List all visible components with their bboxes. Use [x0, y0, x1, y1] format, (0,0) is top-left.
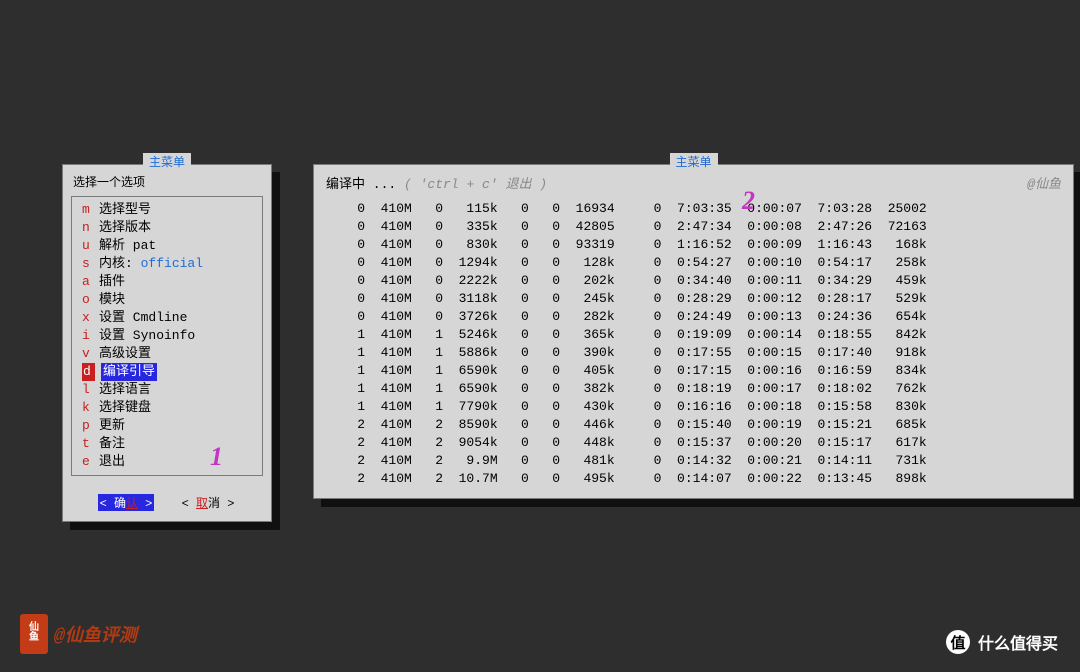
menu-item-l[interactable]: l 选择语言 — [82, 381, 256, 399]
dialog-buttons: < 确认 > < 取消 > — [71, 494, 263, 511]
menu-label: 高级设置 — [99, 345, 151, 363]
menu-key: d — [82, 363, 95, 381]
smzdm-text: 什么值得买 — [978, 630, 1058, 654]
menu-key: m — [82, 201, 93, 219]
menu-label: 退出 — [99, 453, 125, 471]
menu-label: 设置 Cmdline — [99, 309, 187, 327]
menu-label: 选择键盘 — [99, 399, 151, 417]
menu-label: 选择型号 — [99, 201, 151, 219]
menu-item-u[interactable]: u 解析 pat — [82, 237, 256, 255]
annotation-2: 2 — [742, 186, 755, 216]
menu-label: 插件 — [99, 273, 125, 291]
menu-key: x — [82, 309, 93, 327]
annotation-1: 1 — [210, 442, 223, 472]
author-handle: @仙鱼 — [1027, 173, 1061, 192]
compile-terminal: 主菜单 编译中 ... ( 'ctrl + c' 退出 ) @仙鱼 0 410M… — [313, 164, 1074, 499]
menu-key: n — [82, 219, 93, 237]
menu-label: 更新 — [99, 417, 125, 435]
progress-table: 0 410M 0 115k 0 0 16934 0 7:03:35 0:00:0… — [326, 200, 1061, 488]
dialog-prompt: 选择一个选项 — [73, 173, 263, 190]
smzdm-watermark: 值 什么值得买 — [946, 630, 1058, 654]
menu-item-n[interactable]: n 选择版本 — [82, 219, 256, 237]
menu-item-s[interactable]: s 内核: official — [82, 255, 256, 273]
menu-label: 选择版本 — [99, 219, 151, 237]
terminal-header: 编译中 ... ( 'ctrl + c' 退出 ) @仙鱼 — [326, 173, 1061, 192]
menu-item-p[interactable]: p 更新 — [82, 417, 256, 435]
menu-item-m[interactable]: m 选择型号 — [82, 201, 256, 219]
menu-item-e[interactable]: e 退出 — [82, 453, 256, 471]
menu-key: u — [82, 237, 93, 255]
menu-item-x[interactable]: x 设置 Cmdline — [82, 309, 256, 327]
watermark-stamp: 仙 鱼 @仙鱼评测 — [20, 614, 137, 654]
ok-button[interactable]: < 确认 > — [98, 494, 155, 511]
menu-key: o — [82, 291, 93, 309]
menu-label: 模块 — [99, 291, 125, 309]
main-menu-dialog: 主菜单 选择一个选项 m选择型号n选择版本u解析 pats内核: officia… — [62, 164, 272, 522]
terminal-title: 主菜单 — [669, 153, 717, 170]
menu-item-o[interactable]: o 模块 — [82, 291, 256, 309]
menu-item-t[interactable]: t 备注 — [82, 435, 256, 453]
menu-key: k — [82, 399, 93, 417]
menu-label: 设置 Synoinfo — [99, 327, 195, 345]
cancel-button[interactable]: < 取消 > — [180, 494, 237, 511]
menu-key: t — [82, 435, 93, 453]
seal-icon: 仙 鱼 — [20, 614, 48, 654]
menu-key: i — [82, 327, 93, 345]
menu-label: 选择语言 — [99, 381, 151, 399]
menu-key: s — [82, 255, 93, 273]
menu-list[interactable]: m 选择型号 n 选择版本 u 解析 pat s 内核: official a 插件 o 模块 x 设置 … — [71, 196, 263, 476]
menu-label: 编译引导 — [101, 363, 157, 381]
dialog-title: 主菜单 — [143, 153, 191, 170]
menu-label: 备注 — [99, 435, 125, 453]
menu-item-a[interactable]: a 插件 — [82, 273, 256, 291]
menu-key: e — [82, 453, 93, 471]
menu-key: a — [82, 273, 93, 291]
menu-key: p — [82, 417, 93, 435]
menu-label: 内核: official — [99, 255, 203, 273]
menu-key: v — [82, 345, 93, 363]
menu-item-i[interactable]: i 设置 Synoinfo — [82, 327, 256, 345]
menu-key: l — [82, 381, 93, 399]
smzdm-badge-icon: 值 — [946, 630, 970, 654]
menu-item-d[interactable]: d 编译引导 — [82, 363, 256, 381]
menu-item-v[interactable]: v 高级设置 — [82, 345, 256, 363]
menu-item-k[interactable]: k 选择键盘 — [82, 399, 256, 417]
watermark-text: @仙鱼评测 — [54, 621, 137, 647]
menu-label: 解析 pat — [99, 237, 156, 255]
compile-status: 编译中 ... ( 'ctrl + c' 退出 ) — [326, 173, 547, 192]
